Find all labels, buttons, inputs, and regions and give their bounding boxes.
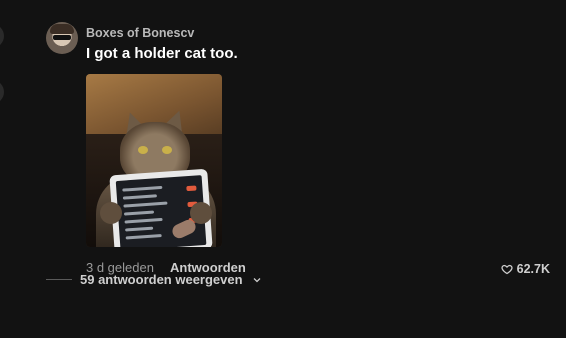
view-replies-button[interactable]: 59 antwoorden weergeven — [46, 272, 263, 287]
screen-line — [122, 194, 157, 200]
screen-line — [125, 226, 154, 232]
cat-eye — [162, 146, 172, 154]
chevron-down-icon — [251, 274, 263, 286]
cat-eye — [138, 146, 148, 154]
cat-paw — [100, 202, 122, 224]
heart-icon — [501, 263, 513, 275]
screen-line — [122, 185, 163, 192]
comment-username[interactable]: Boxes of Bonescv — [86, 26, 194, 40]
screen-line — [123, 201, 168, 208]
screen-toggle — [186, 185, 197, 192]
rail-indicator — [0, 80, 4, 104]
like-count: 62.7K — [516, 262, 550, 276]
screen-line — [125, 234, 162, 240]
avatar-hair — [50, 24, 74, 34]
like-button[interactable]: 62.7K — [501, 262, 550, 276]
view-replies-label: 59 antwoorden weergeven — [80, 272, 243, 287]
avatar[interactable] — [46, 22, 78, 54]
comment-text: I got a holder cat too. — [86, 45, 238, 62]
avatar-glasses — [53, 35, 71, 40]
screen-line — [123, 210, 155, 216]
left-rail — [0, 0, 6, 338]
comment-photo[interactable] — [86, 74, 222, 247]
rail-indicator — [0, 24, 4, 48]
screen-line — [124, 217, 163, 224]
replies-divider — [46, 279, 72, 280]
